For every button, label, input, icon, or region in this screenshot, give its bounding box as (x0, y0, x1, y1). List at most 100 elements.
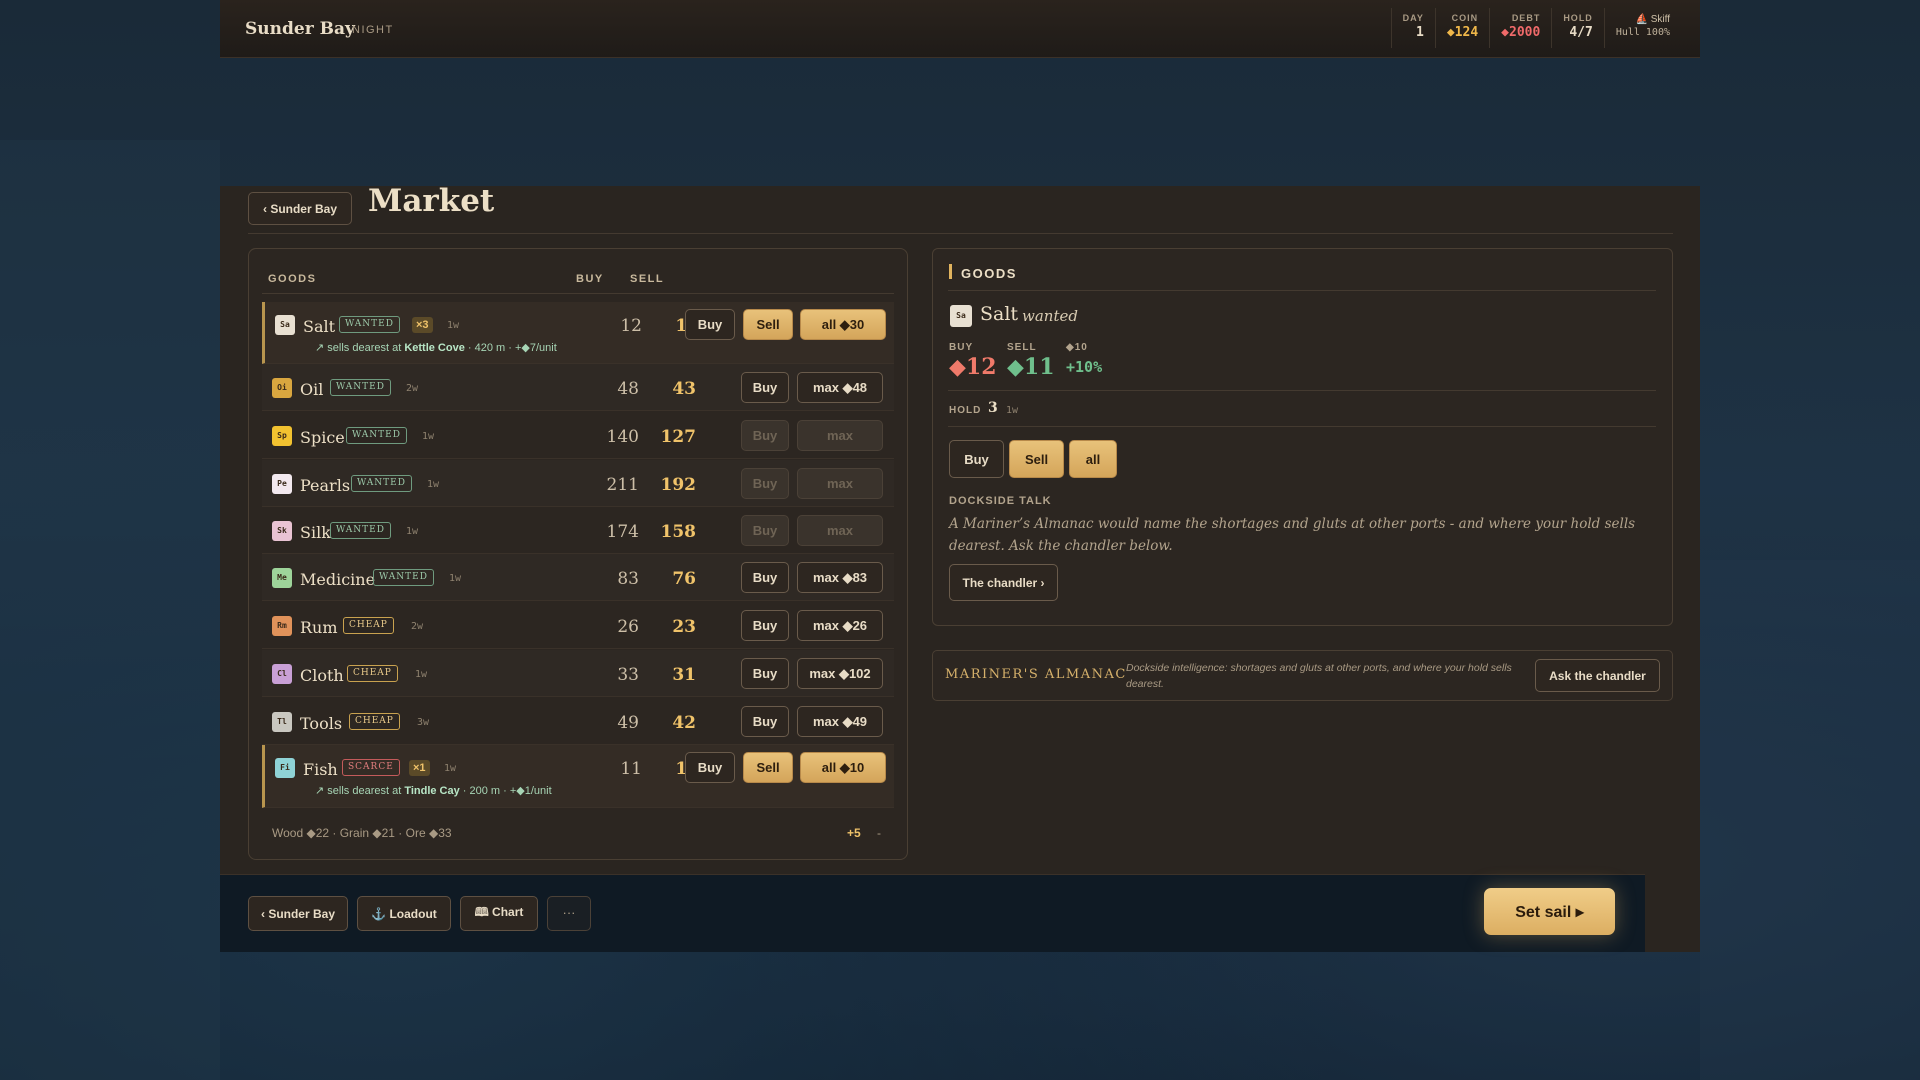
buy-button[interactable]: Buy (685, 752, 735, 783)
holding-count: ×1 (409, 760, 430, 776)
sell-all-button[interactable]: all ◆10 (800, 752, 886, 783)
buy-max-button[interactable]: max ◆26 (797, 610, 883, 641)
detail-sell-all-button[interactable]: all (1069, 440, 1117, 478)
detail-divider (948, 390, 1656, 391)
sell-price: 76 (672, 569, 696, 589)
page-title: Market (368, 183, 495, 219)
detail-buy-button[interactable]: Buy (949, 440, 1004, 478)
hint-prefix: ↗ sells dearest at (315, 785, 405, 797)
good-name: Fish (303, 760, 338, 779)
bottom-back-button[interactable]: ‹ Sunder Bay (248, 896, 348, 931)
buy-max-button[interactable]: max ◆49 (797, 706, 883, 737)
buy-price: 48 (617, 379, 639, 399)
buy-button[interactable]: Buy (741, 468, 789, 499)
market-status-tag: WANTED (346, 427, 407, 444)
good-name: Rum (300, 618, 338, 637)
chandler-button[interactable]: The chandler › (949, 564, 1058, 601)
sell-all-button[interactable]: all ◆30 (800, 309, 886, 340)
cargo-weight: 1w (444, 763, 457, 774)
detail-ref-label: ◆10 (1066, 342, 1088, 353)
good-name: Silk (300, 523, 331, 542)
buy-button[interactable]: Buy (741, 562, 789, 593)
stat-coin: COIN ◆124 (1434, 8, 1489, 48)
best-port-hint: ↗ sells dearest at Kettle Cove · 420 m ·… (315, 341, 557, 354)
buy-button[interactable]: Buy (741, 610, 789, 641)
stat-value: 4/7 (1569, 25, 1593, 40)
buy-price: 12 (620, 316, 642, 336)
tools-icon: Tl (272, 712, 292, 732)
detail-hold-label: HOLD (949, 405, 982, 416)
goods-row-salt[interactable]: SaSaltWANTED×31w1211BuySellall ◆30↗ sell… (262, 302, 894, 364)
hint-prefix: ↗ sells dearest at (315, 342, 405, 354)
other-goods-summary: Wood ◆22 · Grain ◆21 · Ore ◆33 (272, 826, 452, 840)
col-header-buy: BUY (576, 273, 604, 285)
market-status-tag: CHEAP (343, 617, 394, 634)
hint-suffix: · 200 m · +◆1/unit (459, 785, 552, 797)
col-header-goods: GOODS (268, 273, 317, 285)
sell-button[interactable]: Sell (743, 752, 793, 783)
market-status-tag: WANTED (339, 316, 400, 333)
stat-value: 1 (1416, 25, 1424, 40)
cargo-weight: 2w (406, 383, 419, 394)
buy-button[interactable]: Buy (741, 706, 789, 737)
loadout-button[interactable]: ⚓ Loadout (357, 896, 451, 931)
time-of-day: NIGHT (352, 24, 394, 36)
sell-button[interactable]: Sell (743, 309, 793, 340)
market-status-tag: CHEAP (347, 665, 398, 682)
good-name: Medicine (300, 570, 376, 589)
detail-buy-price: ◆12 (949, 354, 997, 380)
stat-label: DAY (1402, 13, 1424, 23)
medicine-icon: Me (272, 568, 292, 588)
fish-icon: Fi (275, 758, 295, 778)
stat-value: ◆2000 (1501, 25, 1541, 40)
sell-price: 31 (672, 665, 696, 685)
stat-hold: HOLD 4/7 (1551, 8, 1604, 48)
goods-row-spice[interactable]: Sp Spice WANTED 1w 140 127 Buy max (262, 412, 894, 459)
good-name: Oil (300, 380, 324, 399)
more-goods-toggle[interactable]: +5 (847, 826, 861, 840)
buy-button[interactable]: Buy (741, 658, 789, 689)
chart-button[interactable]: 🕮 Chart (460, 896, 538, 931)
detail-sell-button[interactable]: Sell (1009, 440, 1064, 478)
buy-max-button[interactable]: max (797, 420, 883, 451)
best-port-hint: ↗ sells dearest at Tindle Cay · 200 m · … (315, 784, 552, 797)
goods-row-fish[interactable]: FiFishSCARCE×11w1110BuySellall ◆10↗ sell… (262, 745, 894, 808)
cargo-weight: 2w (411, 621, 424, 632)
collapse-toggle[interactable]: - (877, 826, 881, 840)
table-header-divider (262, 293, 894, 294)
goods-row-pearls[interactable]: Pe Pearls WANTED 1w 211 192 Buy max (262, 460, 894, 507)
market-status-tag: SCARCE (342, 759, 400, 776)
sell-price: 158 (660, 522, 697, 542)
goods-row-rum[interactable]: Rm Rum CHEAP 2w 26 23 Buy max ◆26 (262, 602, 894, 649)
cargo-weight: 1w (449, 573, 462, 584)
goods-row-silk[interactable]: Sk Silk WANTED 1w 174 158 Buy max (262, 507, 894, 554)
section-accent-bar (949, 264, 952, 279)
buy-button[interactable]: Buy (741, 420, 789, 451)
goods-row-medicine[interactable]: Me Medicine WANTED 1w 83 76 Buy max ◆83 (262, 554, 894, 601)
hint-suffix: · 420 m · +◆7/unit (464, 342, 557, 354)
market-status-tag: WANTED (330, 379, 391, 396)
hull-integrity: Hull 100% (1615, 27, 1670, 38)
buy-button[interactable]: Buy (741, 372, 789, 403)
goods-row-tools[interactable]: Tl Tools CHEAP 3w 49 42 Buy max ◆49 (262, 698, 894, 745)
col-header-sell: SELL (630, 273, 665, 285)
goods-row-cloth[interactable]: Cl Cloth CHEAP 1w 33 31 Buy max ◆102 (262, 650, 894, 697)
buy-button[interactable]: Buy (741, 515, 789, 546)
buy-max-button[interactable]: max ◆83 (797, 562, 883, 593)
detail-buy-label: BUY (949, 342, 974, 353)
buy-max-button[interactable]: max (797, 468, 883, 499)
cargo-weight: 1w (447, 320, 460, 331)
more-options-button[interactable]: ··· (547, 896, 591, 931)
buy-button[interactable]: Buy (685, 309, 735, 340)
buy-max-button[interactable]: max ◆102 (797, 658, 883, 689)
back-button[interactable]: ‹ Sunder Bay (248, 192, 352, 225)
ask-chandler-button[interactable]: Ask the chandler (1535, 659, 1660, 692)
buy-price: 33 (617, 665, 639, 685)
buy-max-button[interactable]: max ◆48 (797, 372, 883, 403)
almanac-title: MARINER'S ALMANAC (945, 667, 1127, 682)
goods-row-oil[interactable]: Oi Oil WANTED 2w 48 43 Buy max ◆48 (262, 364, 894, 411)
market-status-tag: WANTED (373, 569, 434, 586)
set-sail-button[interactable]: Set sail ▸ (1484, 888, 1615, 935)
buy-max-button[interactable]: max (797, 515, 883, 546)
stat-day: DAY 1 (1390, 8, 1435, 48)
